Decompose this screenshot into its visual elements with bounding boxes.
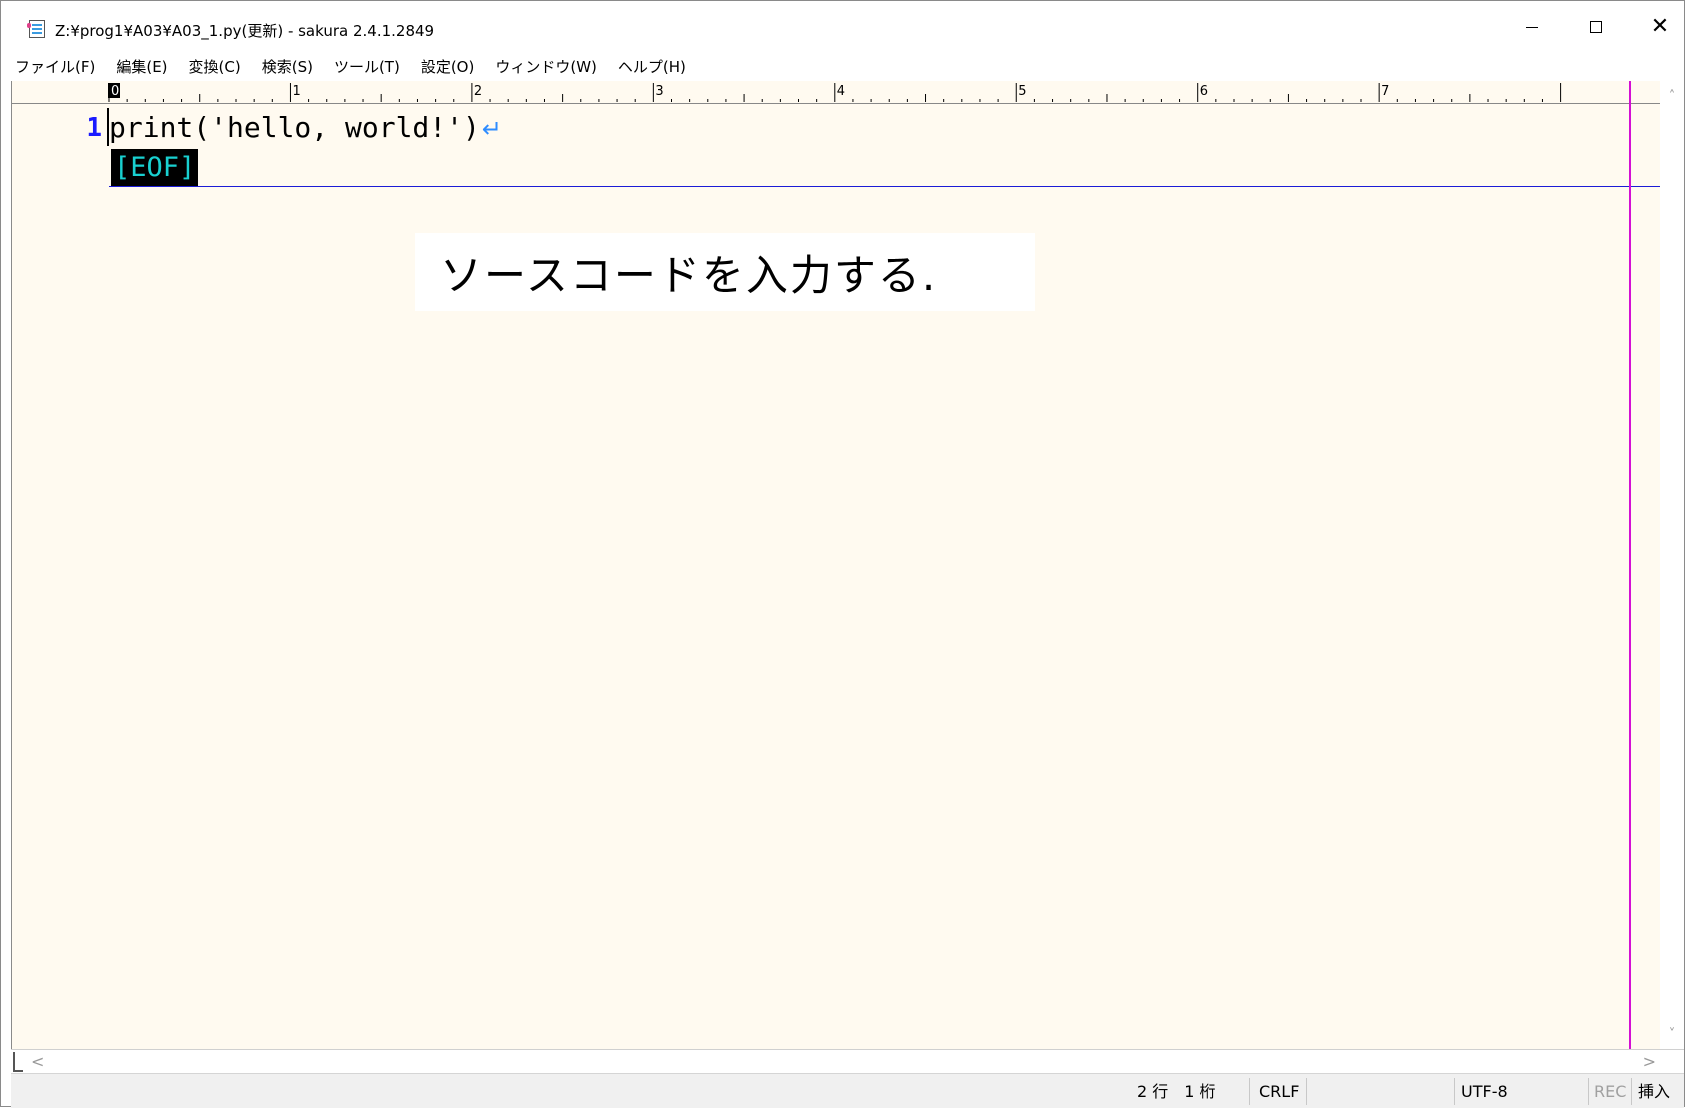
scroll-down-icon[interactable]: ˅ (1664, 1027, 1680, 1043)
app-icon[interactable] (27, 20, 45, 38)
wrap-margin-line (1629, 81, 1631, 1049)
vertical-scrollbar[interactable]: ˄ ˅ (1660, 81, 1684, 1049)
status-rec: REC (1594, 1082, 1627, 1101)
ruler-label: 3 (655, 84, 663, 99)
menu-tools[interactable]: ツール(T) (334, 56, 400, 77)
scroll-left-icon[interactable]: < (31, 1052, 44, 1071)
menu-window[interactable]: ウィンドウ(W) (495, 56, 597, 77)
status-insert-mode[interactable]: 挿入 (1638, 1074, 1670, 1109)
status-encoding[interactable]: UTF-8 (1461, 1074, 1508, 1109)
horizontal-scrollbar[interactable]: < > (11, 1049, 1684, 1074)
status-separator (1588, 1078, 1589, 1105)
annotation-callout: ソースコードを入力する. (415, 233, 1035, 311)
maximize-icon (1590, 21, 1602, 33)
window-title: Z:¥prog1¥A03¥A03_1.py(更新) - sakura 2.4.1… (55, 22, 435, 40)
scroll-up-icon[interactable]: ˄ (1664, 89, 1680, 105)
ruler-label: 1 (292, 84, 300, 99)
status-bar: 2 行 1 桁 CRLF UTF-8 REC 挿入 (11, 1073, 1684, 1108)
status-separator (1249, 1078, 1250, 1105)
ruler-label: 6 (1200, 84, 1208, 99)
status-separator (1631, 1078, 1632, 1105)
cursor-line-underline (109, 186, 1670, 187)
scroll-right-icon[interactable]: > (1643, 1052, 1656, 1071)
editor-area[interactable]: 01234567 1 print('hello, world!')↵ [EOF]… (11, 81, 1670, 1049)
minimize-icon (1526, 26, 1538, 28)
eof-marker: [EOF] (111, 149, 199, 187)
code-text: print('hello, world!') (109, 111, 480, 144)
ruler-label: 0 (111, 84, 119, 99)
menu-edit[interactable]: 編集(E) (116, 56, 167, 77)
code-line[interactable]: print('hello, world!')↵ (109, 107, 502, 149)
menu-file[interactable]: ファイル(F) (15, 56, 95, 77)
menu-search[interactable]: 検索(S) (262, 56, 313, 77)
status-cursor-position: 2 行 1 桁 (1137, 1082, 1216, 1101)
title-bar[interactable]: Z:¥prog1¥A03¥A03_1.py(更新) - sakura 2.4.1… (1, 1, 1684, 53)
menu-settings[interactable]: 設定(O) (421, 56, 475, 77)
status-separator (1306, 1078, 1307, 1105)
menu-help[interactable]: ヘルプ(H) (618, 56, 686, 77)
line-number: 1 (86, 113, 102, 143)
ruler-label: 4 (837, 84, 845, 99)
maximize-button[interactable] (1567, 1, 1625, 53)
ruler-scale: 0 1 2 3 4 5 6 7 (108, 83, 1562, 102)
close-icon: ✕ (1650, 14, 1670, 39)
menu-convert[interactable]: 変換(C) (189, 56, 241, 77)
app-window: Z:¥prog1¥A03¥A03_1.py(更新) - sakura 2.4.1… (0, 0, 1685, 1108)
ruler-label: 5 (1018, 84, 1026, 99)
menu-bar: ファイル(F) 編集(E) 変換(C) 検索(S) ツール(T) 設定(O) ウ… (1, 53, 1684, 79)
close-button[interactable]: ✕ (1631, 1, 1685, 53)
return-arrow-icon: ↵ (481, 115, 502, 143)
ruler-label: 2 (474, 84, 482, 99)
ruler[interactable]: 0 1 2 3 4 5 6 7 (12, 81, 1670, 104)
status-separator (1454, 1078, 1455, 1105)
split-box[interactable] (13, 1052, 23, 1072)
ruler-label: 7 (1381, 84, 1389, 99)
status-line-ending[interactable]: CRLF (1259, 1074, 1299, 1109)
minimize-button[interactable] (1503, 1, 1561, 53)
